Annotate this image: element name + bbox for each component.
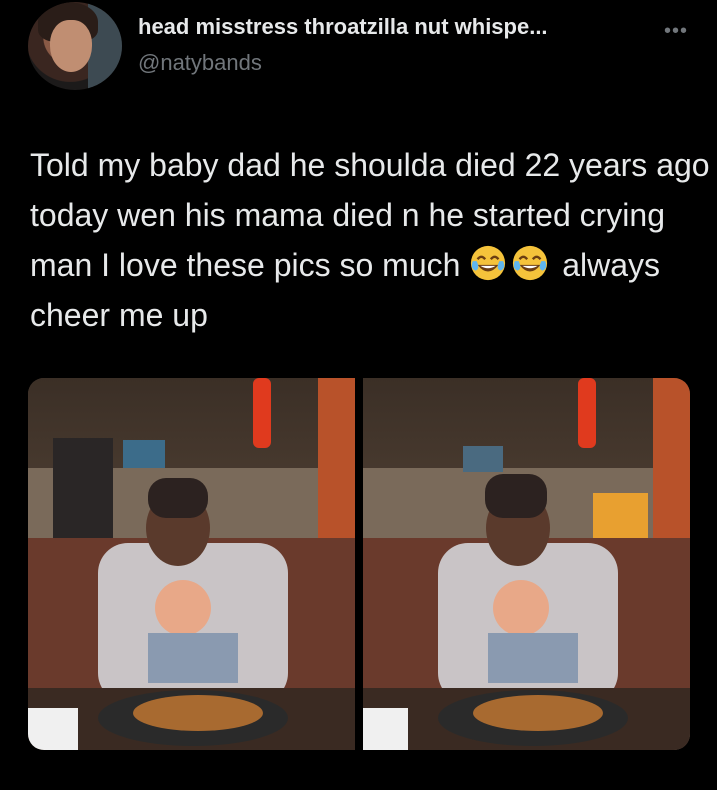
tweet-avatar[interactable] — [28, 2, 122, 90]
face-with-tears-of-joy-icon — [513, 245, 548, 281]
display-name[interactable]: head misstress throatzilla nut whispe... — [138, 14, 548, 40]
restaurant-photo-image — [363, 378, 690, 750]
tweet-media[interactable] — [28, 378, 690, 750]
tweet-photo-2[interactable] — [363, 378, 690, 750]
ellipsis-icon[interactable]: ••• — [664, 20, 688, 43]
face-with-tears-of-joy-icon — [471, 245, 506, 281]
tweet-text: Told my baby dad he shoulda died 22 year… — [30, 140, 710, 340]
restaurant-photo-image — [28, 378, 355, 750]
tweet-photo-1[interactable] — [28, 378, 355, 750]
user-handle[interactable]: @natybands — [138, 50, 262, 76]
